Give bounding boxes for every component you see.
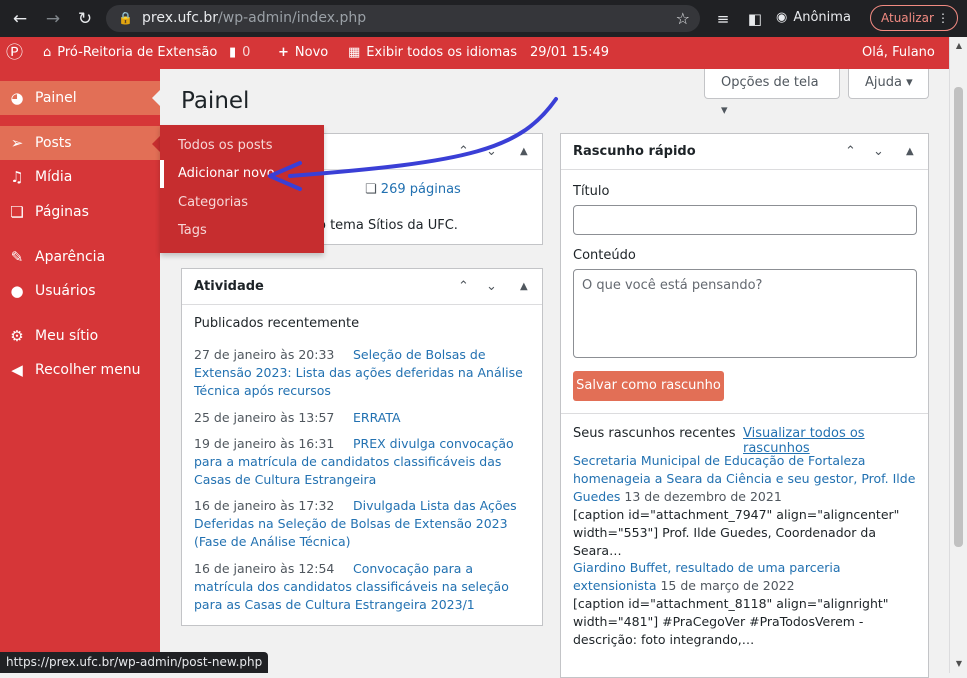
scroll-down-icon[interactable]: ▼ — [954, 659, 964, 668]
scroll-up-icon[interactable]: ▲ — [954, 41, 964, 50]
scroll-thumb[interactable] — [954, 87, 963, 547]
annotation-arrow — [268, 97, 558, 191]
page-scrollbar[interactable]: ▲ ▼ — [949, 37, 967, 673]
link-status-bar: https://prex.ufc.br/wp-admin/post-new.ph… — [0, 652, 269, 673]
